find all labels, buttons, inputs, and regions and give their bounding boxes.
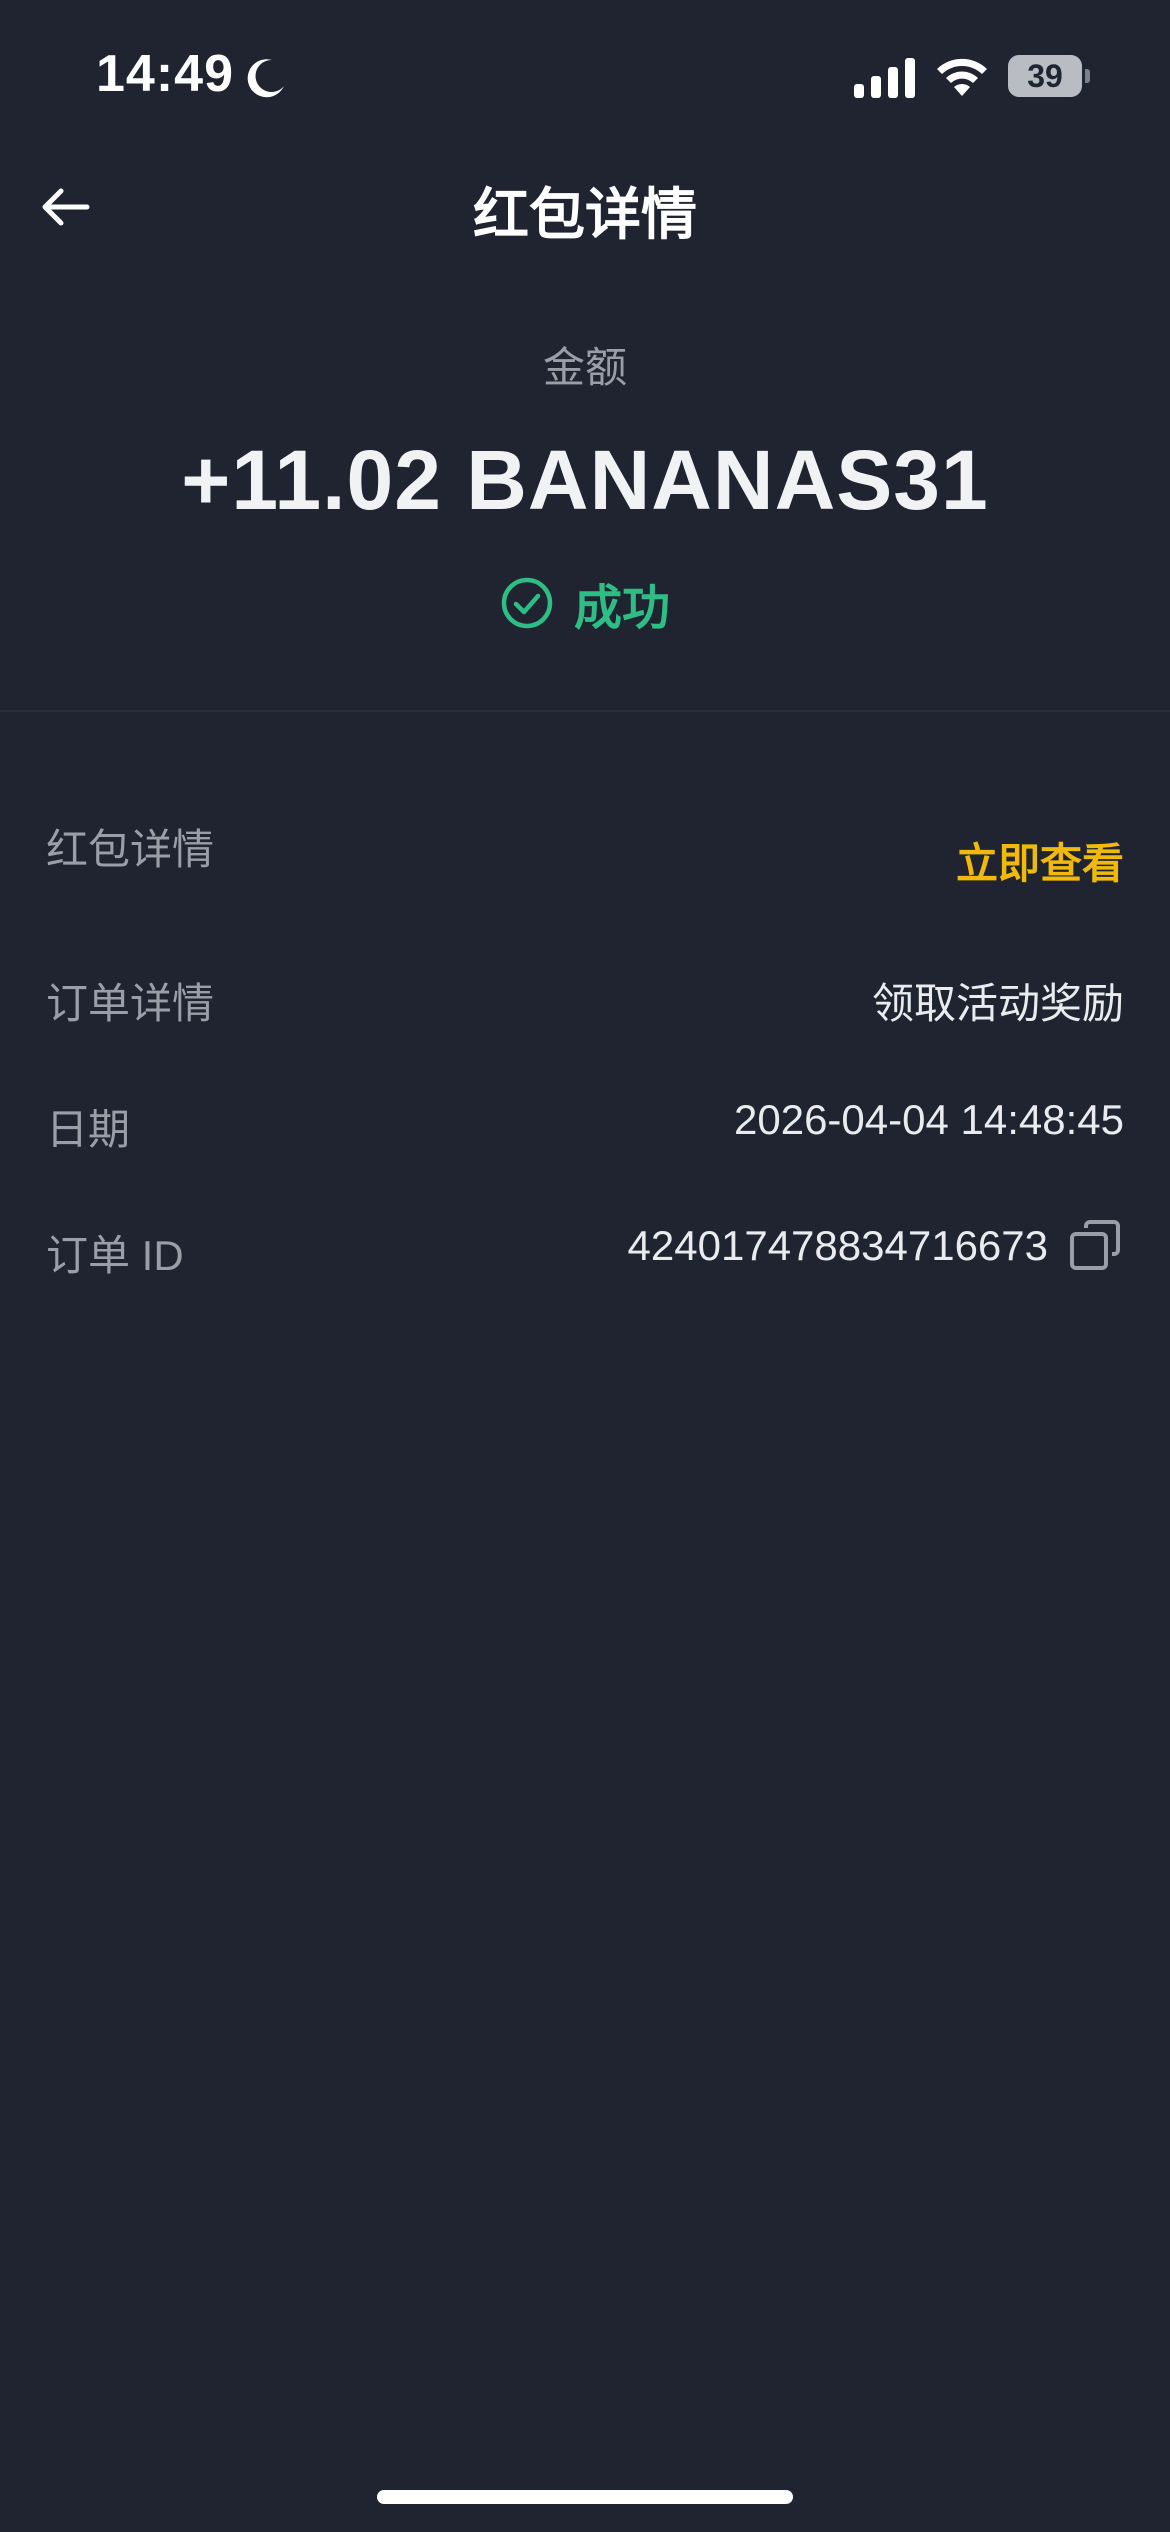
view-now-link[interactable]: 立即查看 — [956, 830, 1124, 891]
status-text: 成功 — [573, 582, 670, 635]
battery-level: 39 — [1008, 55, 1082, 97]
amount-label: 金额 — [542, 344, 627, 391]
amount-value: +11.02 BANANAS31 — [181, 433, 989, 527]
order-details-label: 订单详情 — [46, 980, 215, 1027]
check-circle-icon — [501, 577, 553, 629]
order-details-value: 领取活动奖励 — [871, 980, 1124, 1027]
home-indicator[interactable] — [377, 2490, 793, 2504]
detail-row-date: 日期 2026-04-04 14:48:45 — [46, 1096, 1124, 1166]
order-id-value: 424017478834716673 — [627, 1222, 1048, 1269]
moon-icon — [247, 59, 284, 98]
status-bar: 14:49 39 — [0, 0, 1170, 150]
divider — [0, 710, 1170, 712]
signal-icon — [854, 58, 915, 98]
redpacket-label: 红包详情 — [46, 826, 215, 873]
status-time: 14:49 — [96, 45, 234, 103]
detail-row-order-details: 订单详情 领取活动奖励 — [46, 970, 1124, 1040]
date-value: 2026-04-04 14:48:45 — [734, 1096, 1124, 1143]
battery-icon: 39 — [1008, 55, 1090, 97]
status-row: 成功 — [0, 568, 1170, 638]
battery-cap — [1085, 69, 1090, 83]
header: 红包详情 — [0, 150, 1170, 260]
wifi-icon — [937, 58, 987, 96]
copy-icon[interactable] — [1068, 1218, 1124, 1274]
order-id-label: 订单 ID — [46, 1232, 184, 1279]
page-title: 红包详情 — [473, 183, 697, 246]
detail-row-redpacket: 红包详情 立即查看 — [46, 816, 1124, 887]
date-label: 日期 — [46, 1106, 131, 1153]
detail-row-order-id: 订单 ID 424017478834716673 — [46, 1220, 1124, 1292]
